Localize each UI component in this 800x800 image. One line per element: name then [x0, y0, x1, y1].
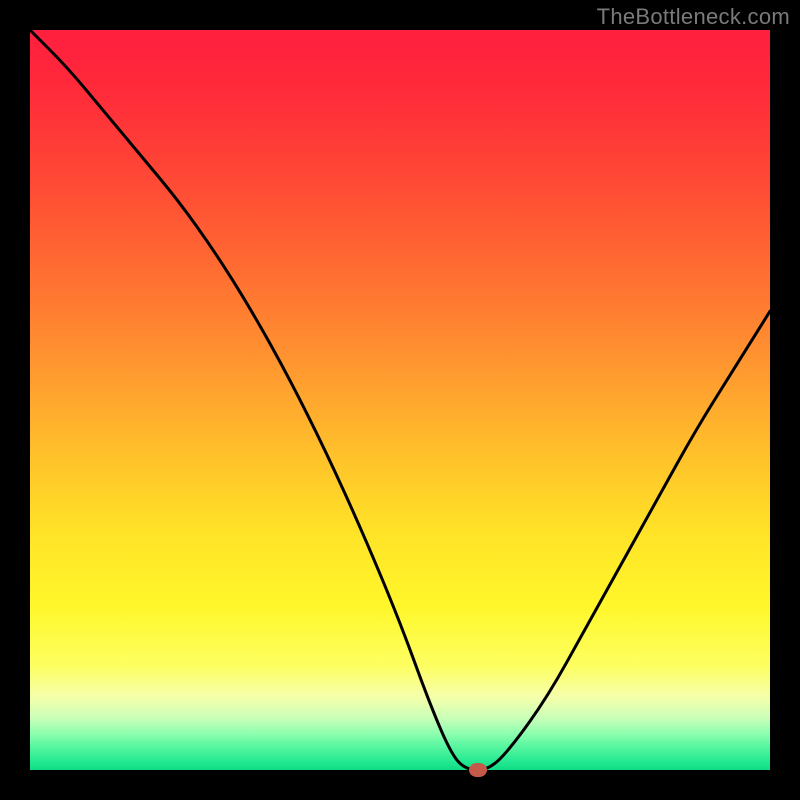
- chart-frame: TheBottleneck.com: [0, 0, 800, 800]
- bottleneck-curve: [30, 30, 770, 770]
- curve-path: [30, 30, 770, 770]
- watermark-text: TheBottleneck.com: [597, 4, 790, 30]
- plot-area: [30, 30, 770, 770]
- optimal-point-marker: [469, 763, 487, 777]
